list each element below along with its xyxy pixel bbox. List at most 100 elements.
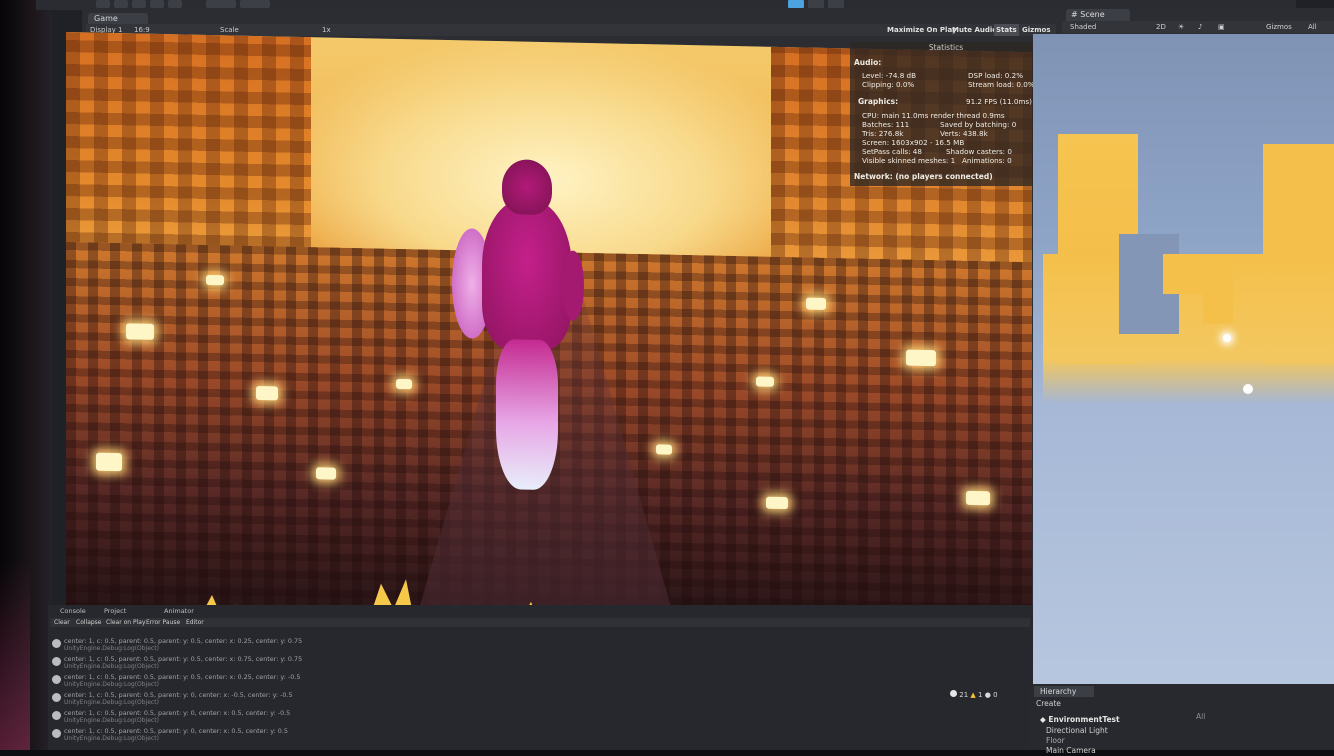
yeti-character — [452, 158, 592, 491]
info-icon — [52, 729, 61, 738]
statistics-overlay: Statistics Audio: Level: -74.8 dB DSP lo… — [850, 42, 1042, 186]
tab-hierarchy[interactable]: Hierarchy — [1034, 686, 1094, 697]
glow-cube — [126, 323, 154, 340]
console-message: center: 1, c: 0.5, parent: 0.5, parent: … — [64, 709, 291, 717]
hand-tool-icon[interactable] — [96, 0, 110, 8]
hierarchy-item-directional-light[interactable]: Directional Light — [1046, 726, 1108, 736]
error-icon[interactable]: ● — [985, 691, 991, 699]
console-message: center: 1, c: 0.5, parent: 0.5, parent: … — [64, 691, 293, 699]
stream-load: Stream load: 0.0% — [968, 80, 1035, 89]
glow-cube — [906, 349, 936, 367]
rect-tool-icon[interactable] — [168, 0, 182, 8]
step-button[interactable] — [828, 0, 844, 8]
info-count-icon[interactable] — [950, 690, 957, 697]
character-body — [482, 198, 572, 351]
hierarchy-root-label: EnvironmentTest — [1048, 715, 1120, 724]
tab-game-label: Game — [94, 14, 118, 23]
tab-hierarchy-label: Hierarchy — [1040, 687, 1077, 696]
move-tool-icon[interactable] — [114, 0, 128, 8]
console-message: center: 1, c: 0.5, parent: 0.5, parent: … — [64, 637, 303, 645]
shading-mode-dropdown[interactable]: Shaded — [1070, 21, 1096, 33]
pivot-global-button[interactable] — [240, 0, 270, 8]
clear-on-play-button[interactable]: Clear on Play — [106, 618, 146, 627]
tab-animator[interactable]: Animator — [164, 606, 194, 616]
dsp-load: DSP load: 0.2% — [968, 71, 1024, 80]
scale-tool-icon[interactable] — [150, 0, 164, 8]
scale-label: Scale — [220, 26, 239, 34]
2d-toggle[interactable]: 2D — [1156, 21, 1166, 33]
error-pause-button[interactable]: Error Pause — [146, 618, 180, 627]
cpu-time: CPU: main 11.0ms render thread 0.9ms — [862, 111, 1005, 120]
console-row[interactable]: center: 1, c: 0.5, parent: 0.5, parent: … — [50, 709, 990, 726]
mute-audio-button[interactable]: Mute Audio — [952, 24, 997, 36]
graphics-heading: Graphics: — [858, 97, 899, 106]
collapse-button[interactable]: Collapse — [76, 618, 102, 627]
console-row[interactable]: center: 1, c: 0.5, parent: 0.5, parent: … — [50, 637, 990, 654]
scene-search-field[interactable]: All — [1308, 21, 1317, 33]
effects-toggle-icon[interactable]: ▣ — [1218, 21, 1225, 33]
unity-scene-icon: ◆ — [1040, 715, 1046, 724]
info-icon — [52, 639, 61, 648]
console-message: center: 1, c: 0.5, parent: 0.5, parent: … — [64, 673, 301, 681]
scene-block — [1203, 259, 1233, 324]
shadow-casters: Shadow casters: 0 — [946, 147, 1012, 156]
console-source: UnityEngine.Debug:Log(Object) — [64, 645, 159, 652]
warning-icon[interactable]: ▲ — [970, 691, 975, 699]
console-row[interactable]: center: 1, c: 0.5, parent: 0.5, parent: … — [50, 673, 990, 690]
glow-cube — [96, 452, 122, 472]
console-counts: 21 ▲ 1 ● 0 — [950, 689, 1030, 701]
animations: Animations: 0 — [962, 156, 1012, 165]
scene-viewport[interactable] — [1033, 34, 1334, 710]
hierarchy-search-field[interactable]: All — [1196, 712, 1205, 722]
audio-toggle-icon[interactable]: ♪ — [1198, 21, 1202, 33]
tab-scene-label: Scene — [1080, 10, 1105, 19]
batches: Batches: 111 — [862, 120, 910, 129]
info-icon — [52, 675, 61, 684]
audio-heading: Audio: — [854, 58, 882, 67]
pause-button[interactable] — [808, 0, 824, 8]
scale-value[interactable]: 1x — [322, 24, 331, 36]
console-message: center: 1, c: 0.5, parent: 0.5, parent: … — [64, 727, 288, 735]
console-row[interactable]: center: 1, c: 0.5, parent: 0.5, parent: … — [50, 727, 990, 744]
light-gizmo-icon[interactable] — [1223, 334, 1231, 342]
character-legs — [496, 339, 558, 491]
console-source: UnityEngine.Debug:Log(Object) — [64, 699, 159, 706]
audio-clipping: Clipping: 0.0% — [862, 80, 915, 89]
lighting-toggle-icon[interactable]: ☀ — [1178, 21, 1184, 33]
console-row[interactable]: center: 1, c: 0.5, parent: 0.5, parent: … — [50, 655, 990, 672]
scene-gizmos-dropdown[interactable]: Gizmos — [1266, 21, 1292, 33]
verts: Verts: 438.8k — [940, 129, 988, 138]
info-icon — [52, 693, 61, 702]
saved-by-batching: Saved by batching: 0 — [940, 120, 1017, 129]
clear-button[interactable]: Clear — [54, 618, 70, 627]
info-icon — [52, 711, 61, 720]
hierarchy-item-floor[interactable]: Floor — [1046, 736, 1065, 746]
scene-block — [1163, 254, 1203, 294]
play-button[interactable] — [788, 0, 804, 8]
console-source: UnityEngine.Debug:Log(Object) — [64, 681, 159, 688]
camera-gizmo-icon[interactable] — [1243, 384, 1253, 394]
create-dropdown[interactable]: Create — [1036, 699, 1061, 709]
glow-cube — [206, 274, 224, 286]
console-row[interactable]: center: 1, c: 0.5, parent: 0.5, parent: … — [50, 691, 990, 708]
tab-console[interactable]: Console — [60, 606, 86, 616]
console-source: UnityEngine.Debug:Log(Object) — [64, 735, 159, 742]
hierarchy-root[interactable]: ◆ EnvironmentTest — [1040, 715, 1120, 725]
editor-dropdown[interactable]: Editor — [186, 618, 204, 627]
glow-cube — [966, 490, 990, 506]
console-source: UnityEngine.Debug:Log(Object) — [64, 717, 159, 724]
hierarchy-item-main-camera[interactable]: Main Camera — [1046, 746, 1096, 756]
error-count: 0 — [993, 691, 998, 699]
character-head — [502, 159, 552, 216]
glow-cube — [656, 444, 672, 455]
tab-scene[interactable]: # Scene — [1066, 9, 1130, 21]
pivot-center-button[interactable] — [206, 0, 236, 8]
audio-level: Level: -74.8 dB — [862, 71, 917, 80]
rotate-tool-icon[interactable] — [132, 0, 146, 8]
tab-project[interactable]: Project — [104, 606, 126, 616]
maximize-on-play-button[interactable]: Maximize On Play — [887, 24, 957, 36]
console-source: UnityEngine.Debug:Log(Object) — [64, 663, 159, 670]
stats-button[interactable]: Stats — [994, 24, 1019, 36]
fps-value: 91.2 FPS (11.0ms) — [966, 97, 1032, 106]
character-arm-right — [562, 250, 584, 321]
